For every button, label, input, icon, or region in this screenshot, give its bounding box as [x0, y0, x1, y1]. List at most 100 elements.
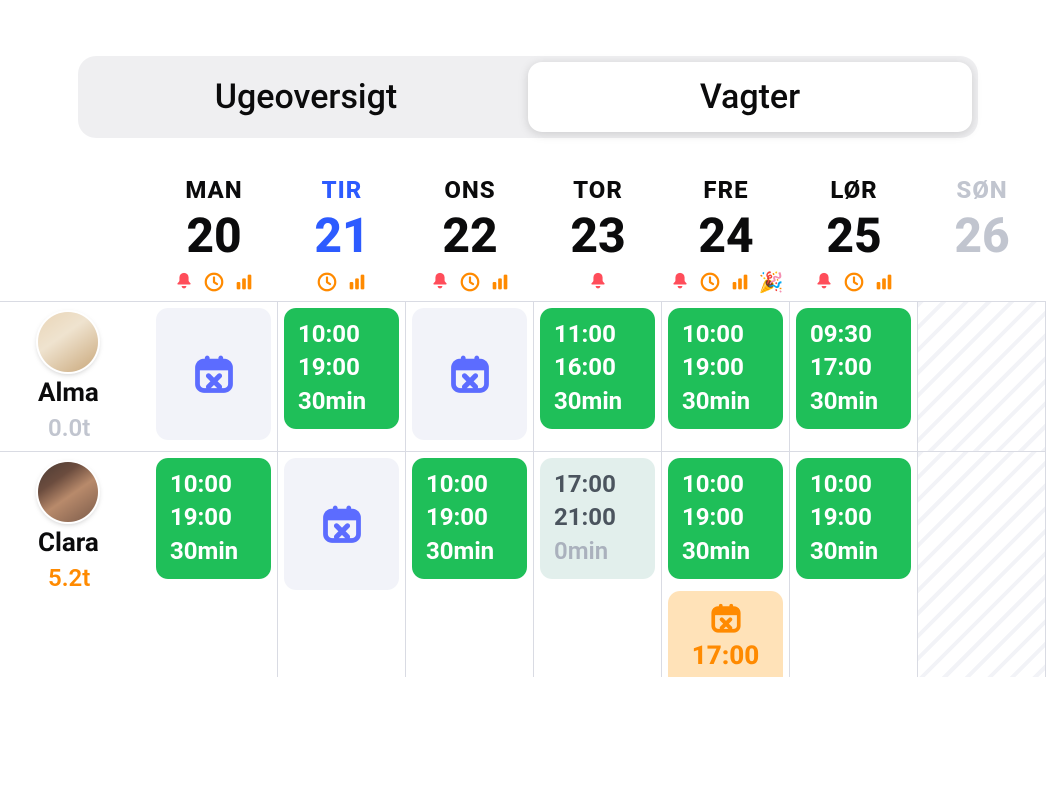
day-icons: 🎉 [662, 269, 790, 295]
shift-duration: 30min [682, 535, 769, 567]
clock-icon [843, 271, 865, 293]
shift-card[interactable]: 10:0019:0030min [668, 308, 783, 429]
bell-icon [813, 271, 835, 293]
shift-duration: 30min [810, 535, 897, 567]
bell-icon [173, 271, 195, 293]
day-header[interactable]: ONS 22 [406, 168, 534, 301]
grid-cell[interactable]: 10:0019:0030min [790, 451, 918, 677]
shift-start: 09:30 [810, 318, 897, 350]
day-icons [278, 269, 406, 295]
shift-card[interactable]: 11:0016:0030min [540, 308, 655, 429]
tab-shifts[interactable]: Vagter [528, 62, 972, 132]
day-abbr: FRE [662, 176, 790, 204]
clock-icon [459, 271, 481, 293]
clock-icon [699, 271, 721, 293]
bell-icon [587, 271, 609, 293]
employee-hours: 0.0t [48, 414, 90, 442]
day-number: 20 [150, 208, 278, 263]
shift-duration: 0min [554, 535, 641, 567]
employee-name: Alma [38, 378, 99, 408]
day-number: 21 [278, 208, 406, 263]
grid-cell[interactable]: 17:0021:000min [534, 451, 662, 677]
grid-cell[interactable] [406, 301, 534, 451]
avatar[interactable] [38, 462, 98, 522]
shift-end: 21:00 [554, 501, 641, 533]
shift-duration: 30min [554, 385, 641, 417]
clock-icon [203, 271, 225, 293]
day-header[interactable]: FRE 24 🎉 [662, 168, 790, 301]
shift-start: 11:00 [554, 318, 641, 350]
shift-card[interactable]: 09:3017:0030min [796, 308, 911, 429]
day-abbr: LØR [790, 176, 918, 204]
bars-icon [873, 271, 895, 293]
day-header[interactable]: TOR 23 [534, 168, 662, 301]
employee-cell[interactable]: Alma 0.0t [0, 301, 150, 451]
employee-hours: 5.2t [48, 564, 90, 592]
shift-card[interactable]: 10:0019:0030min [796, 458, 911, 579]
day-abbr: ONS [406, 176, 534, 204]
bars-icon [729, 271, 751, 293]
shift-card[interactable]: 10:0019:0030min [284, 308, 399, 429]
shift-end: 19:00 [170, 501, 257, 533]
bars-icon [233, 271, 255, 293]
employee-name: Clara [38, 528, 99, 558]
grid-cell[interactable]: 10:0019:0030min 17:00 [662, 451, 790, 677]
day-abbr: MAN [150, 176, 278, 204]
clock-icon [316, 271, 338, 293]
bell-icon [669, 271, 691, 293]
add-shift-placeholder[interactable] [284, 458, 399, 590]
day-header[interactable]: LØR 25 [790, 168, 918, 301]
grid-cell[interactable]: 10:0019:0030min [278, 301, 406, 451]
day-abbr: TOR [534, 176, 662, 204]
header-spacer [0, 168, 150, 301]
day-abbr: TIR [278, 176, 406, 204]
shift-end: 16:00 [554, 351, 641, 383]
shift-duration: 30min [298, 385, 385, 417]
day-header[interactable]: MAN 20 [150, 168, 278, 301]
shift-card-available[interactable]: 17:0021:000min [540, 458, 655, 579]
day-header[interactable]: TIR 21 [278, 168, 406, 301]
shift-start: 10:00 [682, 318, 769, 350]
bars-icon [346, 271, 368, 293]
shift-end: 19:00 [810, 501, 897, 533]
grid-cell[interactable]: 09:3017:0030min [790, 301, 918, 451]
add-shift-placeholder[interactable] [412, 308, 527, 440]
shift-card[interactable]: 10:0019:0030min [412, 458, 527, 579]
day-abbr: SØN [918, 176, 1046, 204]
employee-cell[interactable]: Clara 5.2t [0, 451, 150, 677]
day-icons [790, 269, 918, 295]
shift-duration: 30min [682, 385, 769, 417]
shift-card[interactable]: 10:0019:0030min [668, 458, 783, 579]
avatar[interactable] [38, 312, 98, 372]
shift-card[interactable]: 10:0019:0030min [156, 458, 271, 579]
add-shift-placeholder[interactable] [156, 308, 271, 440]
party-icon: 🎉 [759, 272, 784, 292]
grid-cell [918, 451, 1046, 677]
shift-start: 10:00 [298, 318, 385, 350]
day-number: 25 [790, 208, 918, 263]
view-tabs: Ugeoversigt Vagter [78, 56, 978, 138]
shift-end: 19:00 [298, 351, 385, 383]
timeoff-card[interactable]: 17:00 [668, 591, 783, 677]
day-number: 24 [662, 208, 790, 263]
shift-start: 10:00 [682, 468, 769, 500]
day-number: 22 [406, 208, 534, 263]
shift-end: 19:00 [426, 501, 513, 533]
grid-cell[interactable]: 10:0019:0030min [150, 451, 278, 677]
grid-cell[interactable] [150, 301, 278, 451]
calendar-x-icon [448, 352, 492, 396]
shift-start: 10:00 [810, 468, 897, 500]
day-number: 23 [534, 208, 662, 263]
grid-cell[interactable]: 10:0019:0030min [406, 451, 534, 677]
day-header[interactable]: SØN 26 [918, 168, 1046, 301]
shift-duration: 30min [170, 535, 257, 567]
tab-overview[interactable]: Ugeoversigt [84, 62, 528, 132]
calendar-x-icon [709, 601, 743, 635]
shift-start: 17:00 [554, 468, 641, 500]
day-number: 26 [918, 208, 1046, 263]
grid-cell[interactable] [278, 451, 406, 677]
grid-cell[interactable]: 10:0019:0030min [662, 301, 790, 451]
grid-cell[interactable]: 11:0016:0030min [534, 301, 662, 451]
shift-end: 17:00 [810, 351, 897, 383]
grid-cell [918, 301, 1046, 451]
